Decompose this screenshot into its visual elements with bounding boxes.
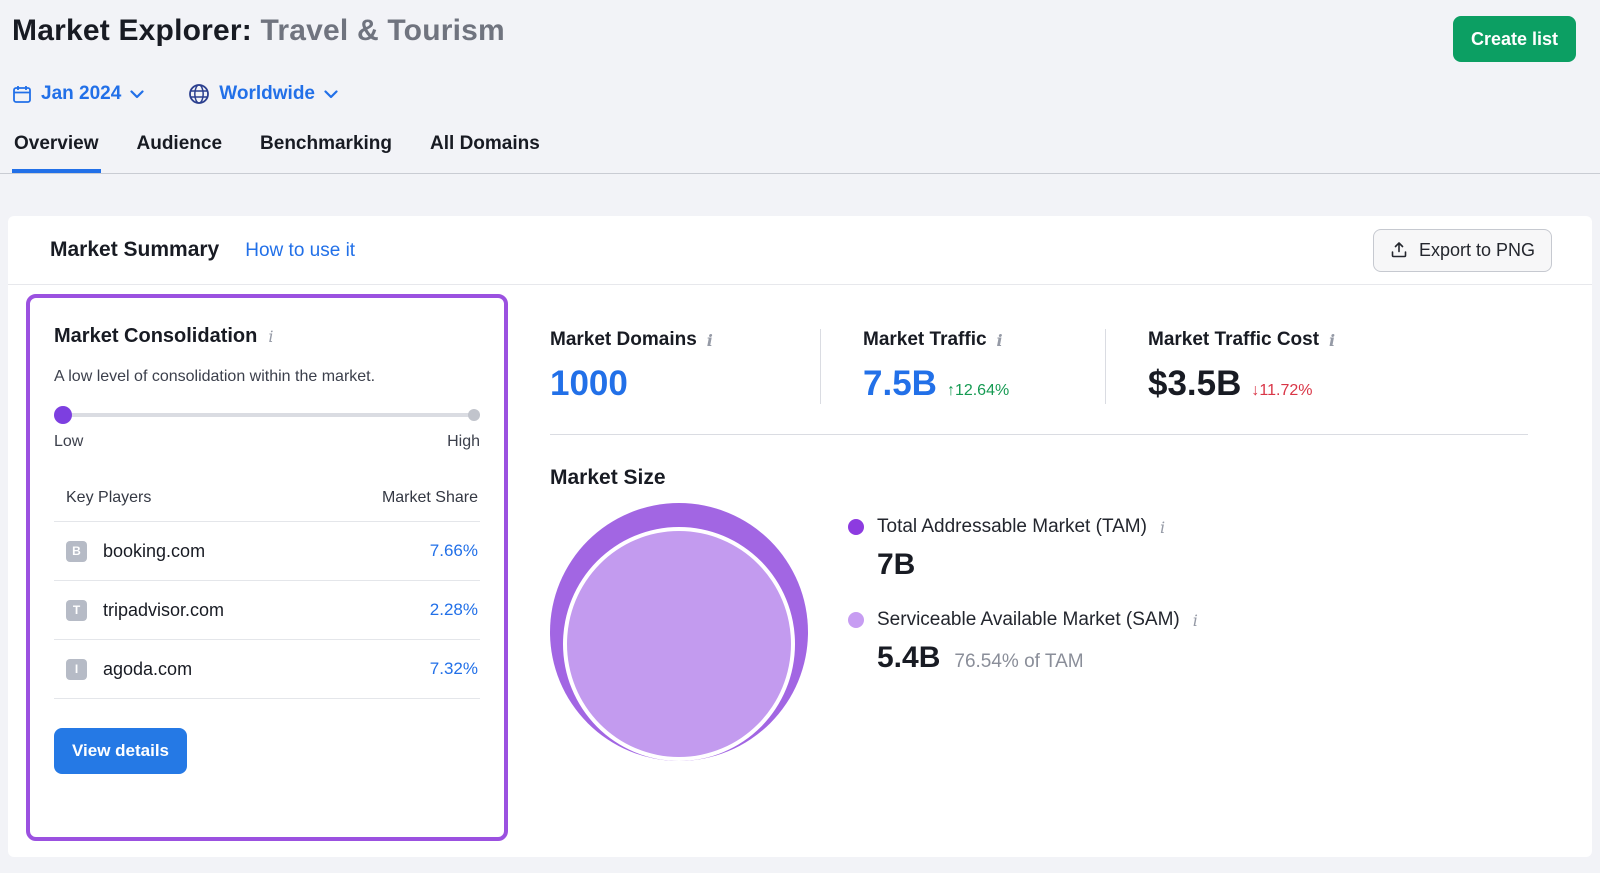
slider-end-high	[468, 409, 480, 421]
metric-value[interactable]: 1000	[550, 364, 820, 404]
market-summary-card: Market Summary How to use it Export to P…	[8, 216, 1592, 857]
consolidation-description: A low level of consolidation within the …	[54, 368, 480, 386]
sam-dot-icon	[848, 612, 864, 628]
tabs: Overview Audience Benchmarking All Domai…	[0, 130, 1600, 174]
metric-market-domains: Market Domains 1000	[550, 329, 820, 404]
column-market-share: Market Share	[382, 489, 478, 507]
slider-track	[54, 413, 480, 417]
table-row: B booking.com 7.66%	[54, 522, 480, 581]
info-icon[interactable]	[997, 331, 1003, 350]
date-filter-label: Jan 2024	[41, 83, 121, 105]
region-filter-label: Worldwide	[219, 83, 315, 105]
page-header: Market Explorer: Travel & Tourism Create…	[0, 0, 1600, 62]
market-size-title: Market Size	[550, 466, 1528, 490]
date-filter[interactable]: Jan 2024	[12, 83, 144, 105]
sam-label: Serviceable Available Market (SAM)	[877, 609, 1180, 631]
sam-value: 5.4B	[877, 641, 940, 675]
tab-audience[interactable]: Audience	[135, 130, 225, 173]
consolidation-slider	[54, 406, 480, 424]
card-header: Market Summary How to use it Export to P…	[8, 216, 1592, 285]
scale-high-label: High	[447, 433, 480, 451]
market-size-bubble-chart	[550, 503, 808, 765]
export-icon	[1390, 241, 1408, 259]
domain-favicon: B	[66, 541, 87, 562]
key-player-share[interactable]: 7.32%	[430, 659, 478, 679]
tab-all-domains[interactable]: All Domains	[428, 130, 542, 173]
consolidation-title: Market Consolidation	[54, 325, 257, 348]
metric-change: ↓11.72%	[1251, 382, 1312, 400]
metric-market-traffic: Market Traffic 7.5B ↑12.64%	[820, 329, 1105, 404]
calendar-icon	[12, 84, 32, 104]
market-size-section: Total Addressable Market (TAM) 7B Servic…	[550, 503, 1528, 765]
info-icon[interactable]	[268, 327, 273, 346]
tam-value: 7B	[877, 548, 1198, 582]
region-filter[interactable]: Worldwide	[188, 83, 338, 105]
info-icon[interactable]	[707, 331, 713, 350]
metrics-row: Market Domains 1000 Market Traffic 7.5B …	[550, 329, 1528, 404]
how-to-use-link[interactable]: How to use it	[245, 240, 355, 262]
tab-benchmarking[interactable]: Benchmarking	[258, 130, 394, 173]
scale-low-label: Low	[54, 433, 83, 451]
metric-market-traffic-cost: Market Traffic Cost $3.5B ↓11.72%	[1105, 329, 1528, 404]
chevron-down-icon	[130, 90, 144, 99]
summary-right-column: Market Domains 1000 Market Traffic 7.5B …	[508, 285, 1592, 765]
metric-label: Market Traffic Cost	[1148, 329, 1319, 351]
key-player-domain: tripadvisor.com	[103, 600, 224, 621]
key-players-table: Key Players Market Share B booking.com 7…	[54, 489, 480, 699]
section-divider	[550, 434, 1528, 435]
page-title-market: Travel & Tourism	[261, 14, 505, 47]
market-consolidation-panel: Market Consolidation A low level of cons…	[26, 294, 508, 841]
card-title: Market Summary	[50, 238, 219, 262]
sam-percent-of-tam: 76.54% of TAM	[954, 651, 1083, 673]
export-button-label: Export to PNG	[1419, 240, 1535, 261]
sam-circle	[563, 527, 795, 761]
page-title-prefix: Market Explorer:	[12, 14, 252, 47]
key-player-domain: agoda.com	[103, 659, 192, 680]
tam-dot-icon	[848, 519, 864, 535]
metric-value: $3.5B	[1148, 364, 1241, 404]
sam-legend-item: Serviceable Available Market (SAM) 5.4B …	[848, 609, 1198, 675]
metric-change-value: 11.72%	[1259, 382, 1312, 399]
info-icon[interactable]	[1193, 611, 1198, 630]
arrow-up-icon: ↑	[947, 382, 955, 399]
create-list-button[interactable]: Create list	[1453, 16, 1576, 62]
view-details-button[interactable]: View details	[54, 728, 187, 774]
metric-label: Market Traffic	[863, 329, 987, 351]
key-player-domain: booking.com	[103, 541, 205, 562]
card-body: Market Consolidation A low level of cons…	[8, 285, 1592, 841]
globe-icon	[188, 83, 210, 105]
filters-row: Jan 2024 Worldwide	[0, 80, 1600, 108]
tam-legend-item: Total Addressable Market (TAM) 7B	[848, 516, 1198, 582]
tam-label: Total Addressable Market (TAM)	[877, 516, 1147, 538]
metric-change: ↑12.64%	[947, 382, 1009, 400]
key-player-share[interactable]: 7.66%	[430, 541, 478, 561]
page-title: Market Explorer: Travel & Tourism	[12, 14, 505, 48]
key-player-share[interactable]: 2.28%	[430, 600, 478, 620]
tab-overview[interactable]: Overview	[12, 130, 101, 173]
metric-change-value: 12.64%	[955, 382, 1009, 399]
info-icon[interactable]	[1160, 518, 1165, 537]
domain-favicon: T	[66, 600, 87, 621]
chevron-down-icon	[324, 90, 338, 99]
table-row: T tripadvisor.com 2.28%	[54, 581, 480, 640]
column-key-players: Key Players	[66, 489, 151, 507]
market-explorer-page: Market Explorer: Travel & Tourism Create…	[0, 0, 1600, 857]
slider-handle-low	[54, 406, 72, 424]
export-png-button[interactable]: Export to PNG	[1373, 229, 1552, 272]
market-size-legend: Total Addressable Market (TAM) 7B Servic…	[848, 503, 1198, 765]
domain-favicon: I	[66, 659, 87, 680]
info-icon[interactable]	[1329, 331, 1335, 350]
table-row: I agoda.com 7.32%	[54, 640, 480, 699]
metric-label: Market Domains	[550, 329, 697, 351]
metric-value[interactable]: 7.5B	[863, 364, 937, 404]
